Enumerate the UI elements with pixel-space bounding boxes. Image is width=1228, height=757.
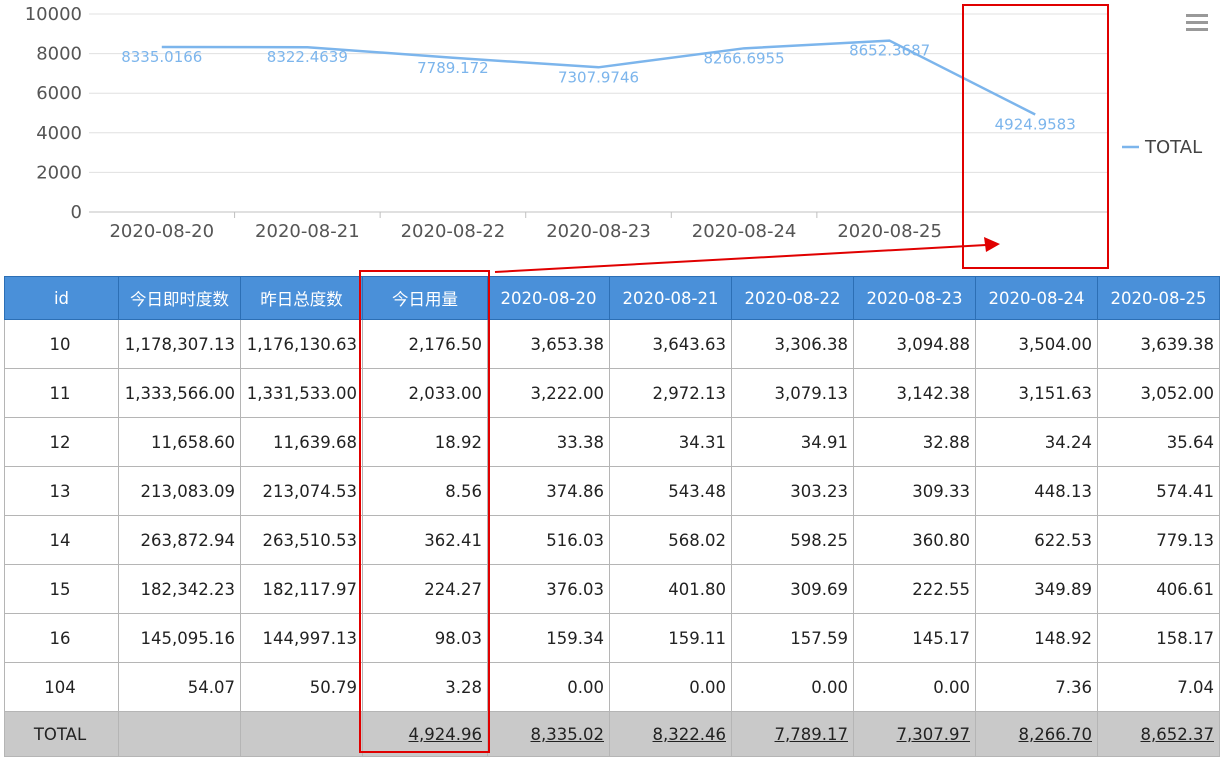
table-cell: 3,222.00 [487,368,610,418]
table-cell: 0.00 [731,662,854,712]
table-cell: 182,342.23 [118,564,241,614]
table-row: 15 182,342.23 182,117.97 224.27 376.03 401.80… [4,564,1220,614]
row-id-cell: 12 [4,417,119,467]
table-cell: 159.11 [609,613,732,663]
table-cell: 516.03 [487,515,610,565]
table-cell: 145,095.16 [118,613,241,663]
total-cell [240,711,363,757]
table-cell: 50.79 [240,662,363,712]
table-cell: 7.36 [975,662,1098,712]
table-cell: 0.00 [609,662,732,712]
table-cell: 213,074.53 [240,466,363,516]
table-cell: 3,504.00 [975,319,1098,369]
data-table: id 今日即时度数 昨日总度数 今日用量 2020-08-20 2020-08-21 202… [4,276,1220,757]
table-cell: 35.64 [1097,417,1220,467]
table-cell: 34.24 [975,417,1098,467]
table-row: 12 11,658.60 11,639.68 18.92 33.38 34.31 34.91… [4,417,1220,467]
total-label-cell: TOTAL [4,711,119,757]
table-cell: 34.31 [609,417,732,467]
table-cell: 3,643.63 [609,319,732,369]
table-cell: 401.80 [609,564,732,614]
table-cell: 0.00 [487,662,610,712]
table-cell: 360.80 [853,515,976,565]
table-cell: 11,658.60 [118,417,241,467]
table-cell: 3,052.00 [1097,368,1220,418]
highlight-arrow [494,237,1000,273]
total-cell: 8,266.70 [975,711,1098,757]
row-id-cell: 10 [4,319,119,369]
table-cell: 3,142.38 [853,368,976,418]
table-row: 13 213,083.09 213,074.53 8.56 374.86 543.48 30… [4,466,1220,516]
total-cell: 8,322.46 [609,711,732,757]
table-cell: 263,872.94 [118,515,241,565]
table-row: 11 1,333,566.00 1,331,533.00 2,033.00 3,222.… [4,368,1220,418]
table-cell: 263,510.53 [240,515,363,565]
row-id-cell: 11 [4,368,119,418]
table-row: 104 54.07 50.79 3.28 0.00 0.00 0.00 0.00 7.36 7.0… [4,662,1220,712]
table-row: 16 145,095.16 144,997.13 98.03 159.34 159.11 1… [4,613,1220,663]
highlight-box-today-usage [359,270,490,753]
table-cell: 543.48 [609,466,732,516]
table-cell: 157.59 [731,613,854,663]
table-cell: 598.25 [731,515,854,565]
table-cell: 1,176,130.63 [240,319,363,369]
table-cell: 32.88 [853,417,976,467]
table-cell: 34.91 [731,417,854,467]
table-cell: 3,639.38 [1097,319,1220,369]
table-cell: 222.55 [853,564,976,614]
table-cell: 158.17 [1097,613,1220,663]
table-cell: 779.13 [1097,515,1220,565]
table-cell: 622.53 [975,515,1098,565]
table-cell: 3,094.88 [853,319,976,369]
table-cell: 11,639.68 [240,417,363,467]
row-id-cell: 16 [4,613,119,663]
total-cell: 8,335.02 [487,711,610,757]
table-cell: 3,079.13 [731,368,854,418]
row-id-cell: 15 [4,564,119,614]
table-cell: 213,083.09 [118,466,241,516]
table-row: 10 1,178,307.13 1,176,130.63 2,176.50 3,653.… [4,319,1220,369]
row-id-cell: 13 [4,466,119,516]
table-cell: 144,997.13 [240,613,363,663]
table-cell: 448.13 [975,466,1098,516]
table-cell: 309.33 [853,466,976,516]
table-cell: 406.61 [1097,564,1220,614]
table-cell: 33.38 [487,417,610,467]
table-cell: 1,331,533.00 [240,368,363,418]
table-cell: 3,151.63 [975,368,1098,418]
table-cell: 3,306.38 [731,319,854,369]
table-cell: 54.07 [118,662,241,712]
table-cell: 376.03 [487,564,610,614]
table-cell: 309.69 [731,564,854,614]
total-cell: 7,307.97 [853,711,976,757]
table-row: 14 263,872.94 263,510.53 362.41 516.03 568.02… [4,515,1220,565]
table-cell: 159.34 [487,613,610,663]
row-id-cell: 14 [4,515,119,565]
table-cell: 303.23 [731,466,854,516]
row-id-cell: 104 [4,662,119,712]
total-row: TOTAL 4,924.96 8,335.02 8,322.46 7,789.17 7,3… [4,711,1220,757]
table-cell: 145.17 [853,613,976,663]
table-cell: 7.04 [1097,662,1220,712]
table-cell: 0.00 [853,662,976,712]
table-body: 10 1,178,307.13 1,176,130.63 2,176.50 3,653.… [4,319,1220,757]
total-cell [118,711,241,757]
table-cell: 574.41 [1097,466,1220,516]
table-cell: 3,653.38 [487,319,610,369]
table-cell: 374.86 [487,466,610,516]
total-cell: 7,789.17 [731,711,854,757]
table-cell: 568.02 [609,515,732,565]
table-cell: 148.92 [975,613,1098,663]
table-cell: 349.89 [975,564,1098,614]
table-cell: 182,117.97 [240,564,363,614]
table-cell: 1,178,307.13 [118,319,241,369]
total-cell: 8,652.37 [1097,711,1220,757]
table-cell: 1,333,566.00 [118,368,241,418]
table-cell: 2,972.13 [609,368,732,418]
